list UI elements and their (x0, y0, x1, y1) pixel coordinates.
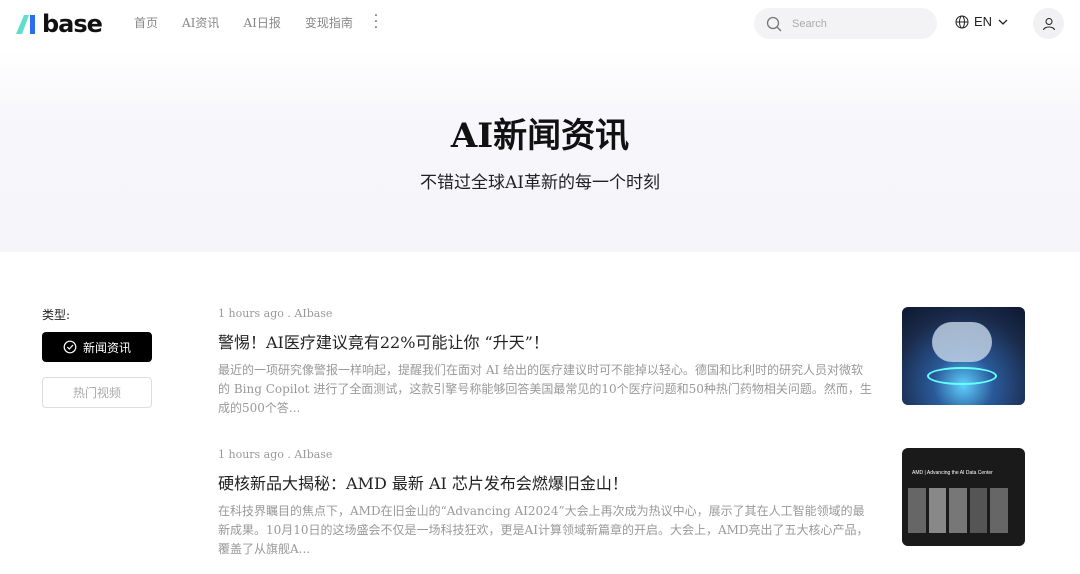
logo-mark-icon (16, 15, 35, 34)
globe-icon (955, 15, 969, 28)
filter-videos-label: 热门视频 (72, 386, 121, 400)
user-avatar-button[interactable] (1033, 8, 1064, 39)
filter-label: 类型: (42, 308, 71, 322)
thumbnail-caption: AMD | Advancing the AI Data Center (912, 470, 993, 476)
search-placeholder: Search (792, 17, 827, 30)
filter-videos-button[interactable]: 热门视频 (42, 377, 152, 408)
nav-ai-daily[interactable]: AI日报 (243, 14, 280, 31)
chevron-down-icon (998, 19, 1008, 25)
article-item[interactable]: 1 hours ago . AIbase 硬核新品大揭秘：AMD 最新 AI 芯… (218, 448, 1026, 556)
top-nav: base 首页 AI资讯 AI日报 变现指南 · · · Search EN (0, 0, 1080, 48)
hero-banner: AI新闻资讯 不错过全球AI革新的每一个时刻 (0, 48, 1080, 252)
check-circle-icon (63, 340, 77, 354)
logo[interactable]: base (14, 10, 103, 38)
article-meta: 1 hours ago . AIbase (218, 307, 333, 320)
filter-news-button[interactable]: 新闻资讯 (42, 332, 152, 362)
filter-news-label: 新闻资讯 (82, 340, 131, 355)
page-title: AI新闻资讯 (450, 116, 630, 156)
article-title[interactable]: 警惕！AI医疗建议竟有22%可能让你 “升天”！ (218, 329, 549, 353)
logo-text: base (42, 10, 103, 38)
nav-home[interactable]: 首页 (134, 14, 158, 31)
more-menu-icon[interactable]: · · · (372, 9, 380, 35)
nav-ai-news[interactable]: AI资讯 (182, 14, 219, 31)
article-desc: 最近的一项研究像警报一样响起，提醒我们在面对 AI 给出的医疗建议时可不能掉以轻… (218, 363, 872, 415)
article-title[interactable]: 硬核新品大揭秘：AMD 最新 AI 芯片发布会燃爆旧金山！ (218, 470, 628, 494)
page-subtitle: 不错过全球AI革新的每一个时刻 (420, 173, 660, 193)
language-label: EN (974, 14, 993, 29)
article-meta: 1 hours ago . AIbase (218, 448, 333, 461)
article-item[interactable]: 1 hours ago . AIbase 警惕！AI医疗建议竟有22%可能让你 … (218, 307, 1026, 415)
search-input[interactable]: Search (754, 8, 937, 39)
search-icon (766, 16, 782, 31)
article-thumbnail[interactable]: AMD | Advancing the AI Data Center (902, 448, 1025, 546)
article-desc: 在科技界瞩目的焦点下，AMD在旧金山的“Advancing AI2024”大会上… (218, 504, 869, 556)
nav-monetize-guide[interactable]: 变现指南 (305, 14, 353, 31)
article-thumbnail[interactable] (902, 307, 1025, 405)
user-icon (1042, 17, 1055, 30)
language-selector[interactable]: EN (955, 14, 1009, 29)
